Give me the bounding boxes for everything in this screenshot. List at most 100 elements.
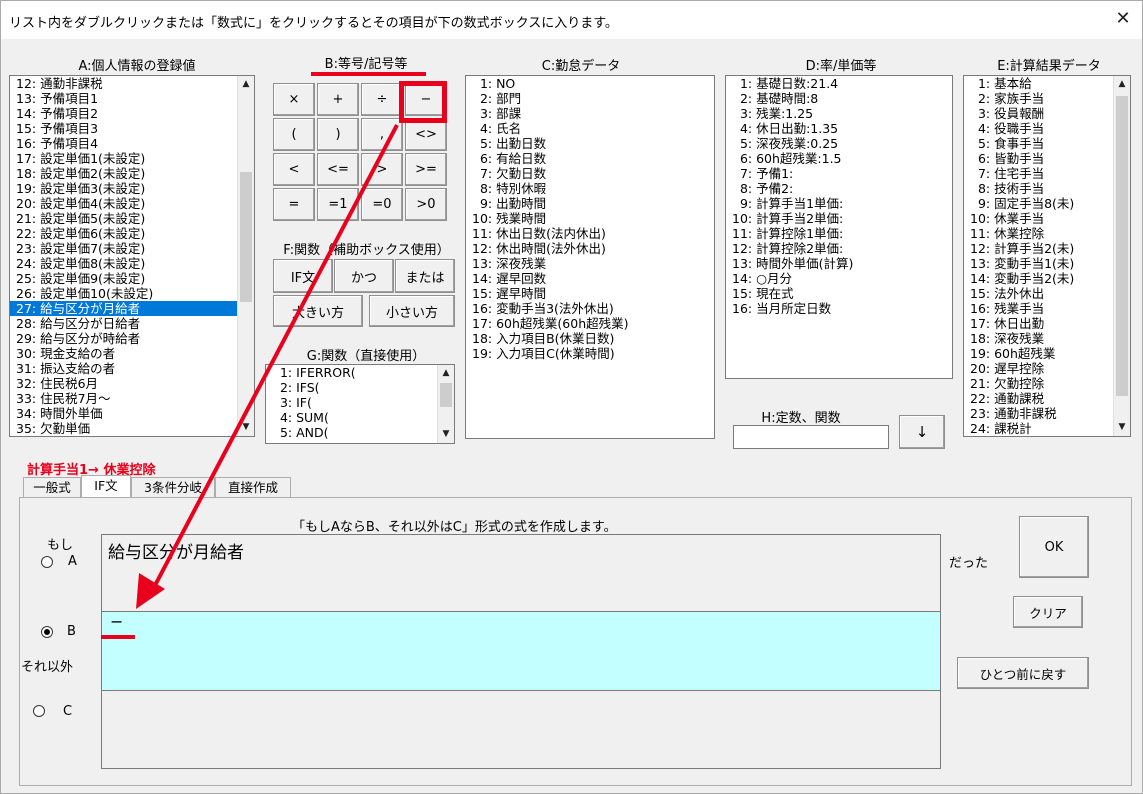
list-item[interactable]: 9: 計算手当1単価: <box>726 196 952 211</box>
list-item[interactable]: 5: 食事手当 <box>964 136 1130 151</box>
tab-three-branch[interactable]: 3条件分岐 <box>131 477 215 498</box>
list-item[interactable]: 11: 計算控除1単価: <box>726 226 952 241</box>
list-item[interactable]: 6: 有給日数 <box>466 151 714 166</box>
list-item[interactable]: 31: 振込支給の者 <box>10 361 254 376</box>
list-item[interactable]: 15: 遅早時間 <box>466 286 714 301</box>
list-item[interactable]: 17: 設定単価1(未設定) <box>10 151 254 166</box>
list-item[interactable]: 4: SUM( <box>266 410 454 425</box>
list-item[interactable]: 7: 住宅手当 <box>964 166 1130 181</box>
operator-button-equals-zero[interactable]: =0 <box>361 188 403 221</box>
list-item[interactable]: 18: 入力項目B(休業日数) <box>466 331 714 346</box>
list-item[interactable]: 4: 氏名 <box>466 121 714 136</box>
list-item[interactable]: 25: 設定単価9(未設定) <box>10 271 254 286</box>
list-item[interactable]: 8: 特別休暇 <box>466 181 714 196</box>
list-item[interactable]: 10: 休業手当 <box>964 211 1130 226</box>
list-item[interactable]: 7: 予備1: <box>726 166 952 181</box>
list-item[interactable]: 18: 設定単価2(未設定) <box>10 166 254 181</box>
formula-b-box[interactable]: − <box>101 611 941 691</box>
list-item[interactable]: 13: 予備項目1 <box>10 91 254 106</box>
scroll-thumb[interactable] <box>440 383 452 407</box>
list-rates[interactable]: 1: 基礎日数:21.4 2: 基礎時間:8 3: 残業:1.25 4: 休日出… <box>725 75 953 379</box>
list-item[interactable]: 14: 変動手当2(未) <box>964 271 1130 286</box>
min-button[interactable]: 小さい方 <box>369 295 455 327</box>
list-attendance[interactable]: 1: NO 2: 部門 3: 部課 4: 氏名 5: 出勤日数 6: 有給日数 … <box>465 75 715 439</box>
list-item[interactable]: 12: 通勤非課税 <box>10 76 254 91</box>
list-calc-results[interactable]: 1: 基本給 2: 家族手当 3: 役員報酬 4: 役職手当 5: 食事手当 6… <box>963 75 1131 437</box>
list-item[interactable]: 11: 休業控除 <box>964 226 1130 241</box>
list-item[interactable]: 26: 設定単価10(未設定) <box>10 286 254 301</box>
list-item[interactable]: 14: 予備項目2 <box>10 106 254 121</box>
if-button[interactable]: IF文 <box>273 259 333 293</box>
list-item[interactable]: 30: 現金支給の者 <box>10 346 254 361</box>
list-item[interactable]: 2: 家族手当 <box>964 91 1130 106</box>
list-item[interactable]: 15: 現在式 <box>726 286 952 301</box>
radio-b[interactable] <box>41 626 53 638</box>
list-item[interactable]: 12: 計算手当2(未) <box>964 241 1130 256</box>
list-item[interactable]: 20: 設定単価4(未設定) <box>10 196 254 211</box>
list-item[interactable]: 13: 変動手当1(未) <box>964 256 1130 271</box>
list-item[interactable]: 32: 住民税6月 <box>10 376 254 391</box>
list-item[interactable]: 18: 深夜残業 <box>964 331 1130 346</box>
list-item[interactable]: 22: 通勤課税 <box>964 391 1130 406</box>
list-item[interactable]: 19: 設定単価3(未設定) <box>10 181 254 196</box>
list-item[interactable]: 9: 固定手当8(未) <box>964 196 1130 211</box>
undo-button[interactable]: ひとつ前に戻す <box>957 657 1089 689</box>
list-item[interactable]: 17: 休日出勤 <box>964 316 1130 331</box>
list-item[interactable]: 16: 変動手当3(法外休出) <box>466 301 714 316</box>
list-item[interactable]: 23: 通勤非課税 <box>964 406 1130 421</box>
radio-a[interactable] <box>41 556 53 568</box>
list-item[interactable]: 21: 欠勤控除 <box>964 376 1130 391</box>
list-item[interactable]: 1: IFERROR( <box>266 365 454 380</box>
list-item[interactable]: 20: 遅早控除 <box>964 361 1130 376</box>
operator-button-comma[interactable]: , <box>361 118 403 151</box>
list-a-scrollbar[interactable]: ▲ ▼ <box>237 76 254 436</box>
list-item[interactable]: 10: 計算手当2単価: <box>726 211 952 226</box>
list-item[interactable]: 4: 休日出勤:1.35 <box>726 121 952 136</box>
list-item[interactable]: 34: 時間外単価 <box>10 406 254 421</box>
or-button[interactable]: または <box>395 259 455 293</box>
list-item[interactable]: 8: 技術手当 <box>964 181 1130 196</box>
list-item[interactable]: 3: 残業:1.25 <box>726 106 952 121</box>
list-item[interactable]: 2: IFS( <box>266 380 454 395</box>
list-functions[interactable]: 1: IFERROR( 2: IFS( 3: IF( 4: SUM( 5: AN… <box>265 364 455 444</box>
list-item[interactable]: 10: 残業時間 <box>466 211 714 226</box>
list-item[interactable]: 5: 出勤日数 <box>466 136 714 151</box>
list-item[interactable]: 2: 基礎時間:8 <box>726 91 952 106</box>
list-item[interactable]: 14: 遅早回数 <box>466 271 714 286</box>
list-item[interactable]: 3: 部課 <box>466 106 714 121</box>
insert-constant-button[interactable]: ↓ <box>899 415 945 449</box>
list-item[interactable]: 6: 60h超残業:1.5 <box>726 151 952 166</box>
scroll-thumb[interactable] <box>240 172 252 302</box>
list-item[interactable]: 5: AND( <box>266 425 454 440</box>
list-personal-info[interactable]: 12: 通勤非課税 13: 予備項目1 14: 予備項目2 15: 予備項目3 16: … <box>9 75 255 437</box>
operator-button-multiply[interactable]: × <box>273 83 315 116</box>
list-item[interactable]: 16: 予備項目4 <box>10 136 254 151</box>
scroll-down-icon[interactable]: ▼ <box>1114 419 1130 436</box>
operator-button-plus[interactable]: + <box>317 83 359 116</box>
scroll-down-icon[interactable]: ▼ <box>238 419 254 436</box>
list-item[interactable]: 6: 皆勤手当 <box>964 151 1130 166</box>
list-item[interactable]: 15: 予備項目3 <box>10 121 254 136</box>
list-item[interactable]: 3: 役員報酬 <box>964 106 1130 121</box>
list-item[interactable]: 9: 出勤時間 <box>466 196 714 211</box>
list-item[interactable]: 27: 給与区分が月給者 <box>10 301 254 316</box>
operator-button-divide[interactable]: ÷ <box>361 83 403 116</box>
clear-button[interactable]: クリア <box>1013 596 1083 628</box>
operator-button-equals[interactable]: = <box>273 188 315 221</box>
list-item[interactable]: 19: 60h超残業 <box>964 346 1130 361</box>
tab-general[interactable]: 一般式 <box>23 477 81 498</box>
list-item[interactable]: 3: IF( <box>266 395 454 410</box>
list-item[interactable]: 14: ○月分 <box>726 271 952 286</box>
list-item[interactable]: 1: 基礎日数:21.4 <box>726 76 952 91</box>
tab-if[interactable]: IF文 <box>81 475 131 499</box>
list-item[interactable]: 21: 設定単価5(未設定) <box>10 211 254 226</box>
list-item[interactable]: 11: 休出日数(法内休出) <box>466 226 714 241</box>
max-button[interactable]: 大きい方 <box>273 295 363 327</box>
list-item[interactable]: 4: 役職手当 <box>964 121 1130 136</box>
list-item[interactable]: 29: 給与区分が時給者 <box>10 331 254 346</box>
list-item[interactable]: 1: 基本給 <box>964 76 1130 91</box>
operator-button-greater-zero[interactable]: >0 <box>405 188 447 221</box>
operator-button-close-paren[interactable]: ) <box>317 118 359 151</box>
operator-button-less-than[interactable]: < <box>273 153 315 186</box>
formula-c-box[interactable] <box>101 690 941 769</box>
